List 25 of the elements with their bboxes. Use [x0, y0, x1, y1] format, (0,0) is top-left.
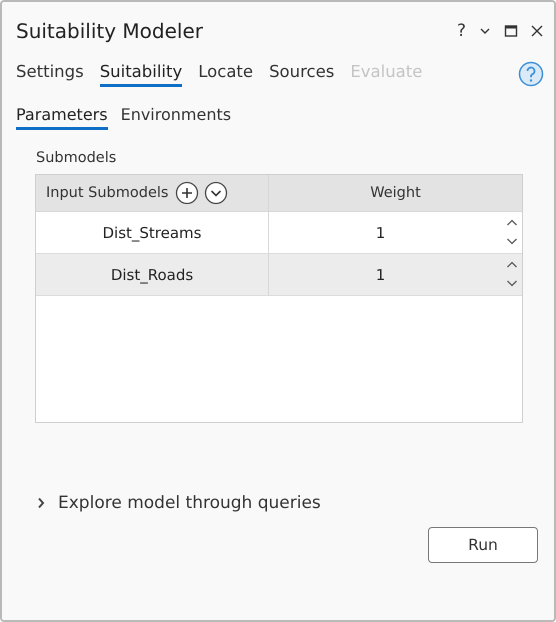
help-button[interactable]: ?: [456, 21, 466, 41]
dropdown-icon[interactable]: [204, 181, 228, 205]
spinner-icon[interactable]: [506, 259, 518, 289]
close-icon[interactable]: [530, 24, 544, 38]
window-title: Suitability Modeler: [16, 19, 204, 43]
section-label: Submodels: [36, 150, 118, 166]
column-header-label: Input Submodels: [46, 185, 168, 201]
run-button[interactable]: Run: [428, 527, 538, 563]
chevron-right-icon[interactable]: [36, 497, 46, 509]
weight-value[interactable]: 1: [376, 266, 386, 284]
weight-value[interactable]: 1: [376, 224, 386, 242]
spinner-icon[interactable]: [506, 217, 518, 247]
maximize-icon[interactable]: [504, 24, 518, 38]
add-icon[interactable]: [175, 181, 200, 205]
tab[interactable]: Sources: [269, 60, 334, 87]
expander-label[interactable]: Explore model through queries: [58, 493, 321, 513]
tab[interactable]: Suitability: [100, 60, 182, 87]
tab[interactable]: Parameters: [16, 103, 108, 130]
table-cell: Dist_Roads: [36, 254, 269, 295]
column-header: Weight: [369, 184, 422, 203]
tab[interactable]: Environments: [120, 103, 232, 130]
tab[interactable]: Locate: [198, 60, 254, 87]
help-icon[interactable]: [518, 60, 544, 86]
table-cell: Dist_Streams: [36, 212, 269, 253]
tab[interactable]: Settings: [16, 60, 84, 87]
